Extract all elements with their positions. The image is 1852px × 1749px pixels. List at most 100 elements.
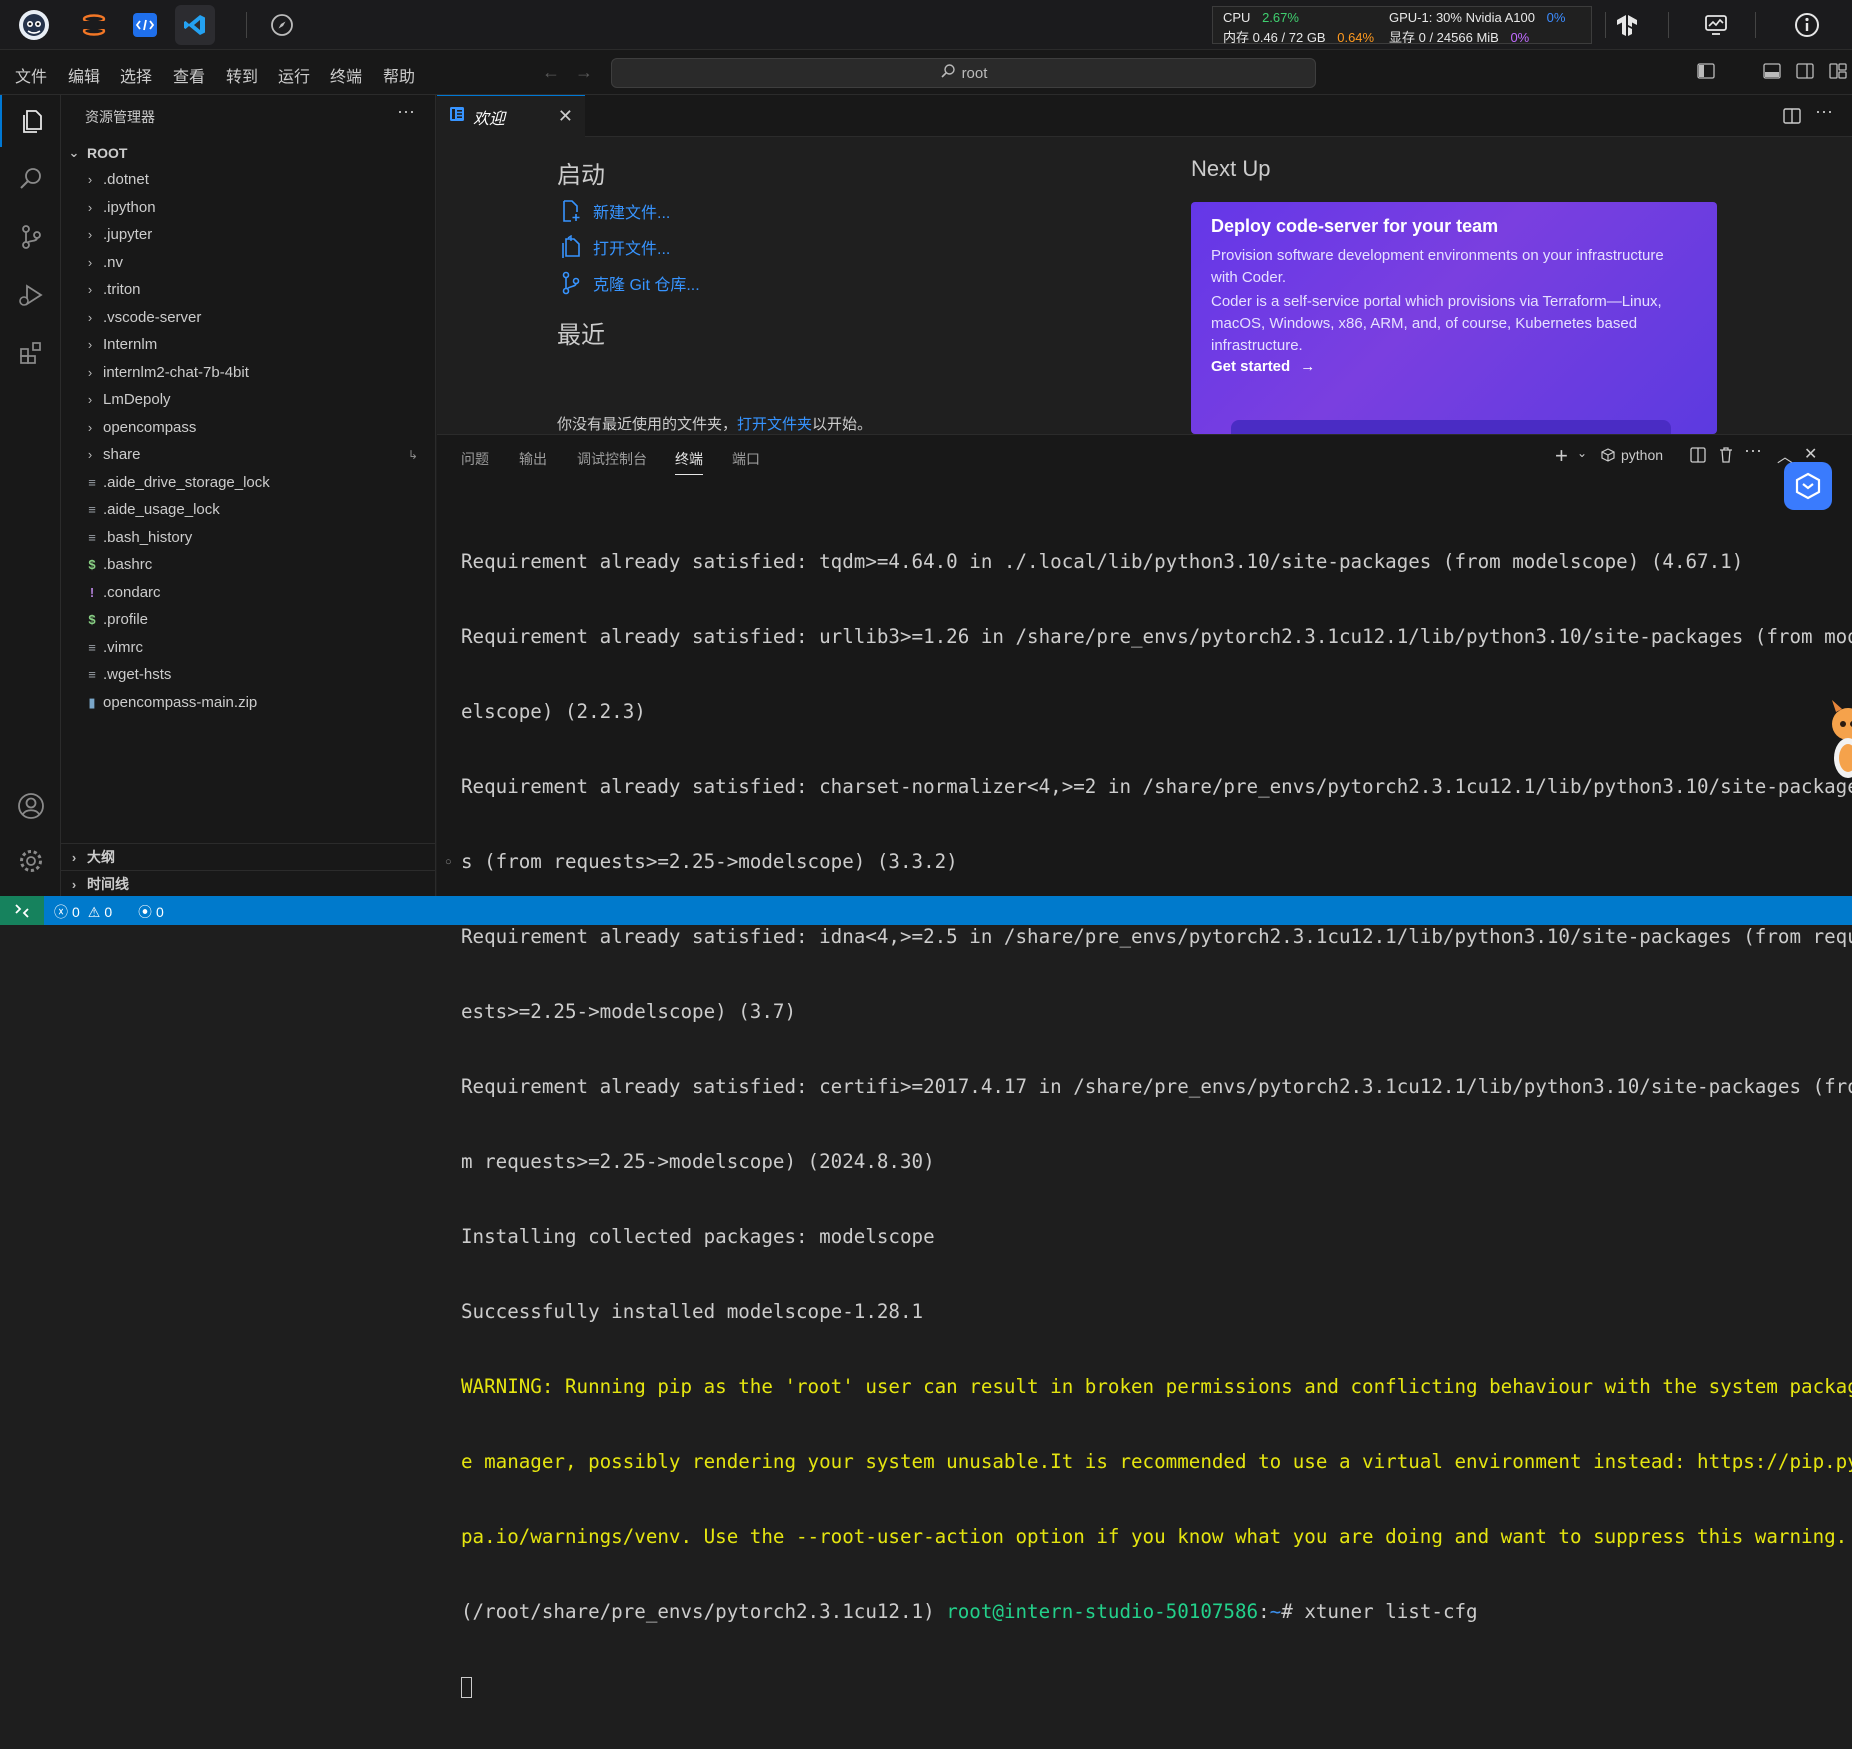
mascot-logo-icon[interactable] bbox=[14, 5, 54, 45]
menu-help[interactable]: 帮助 bbox=[383, 63, 415, 87]
assistant-float-button[interactable] bbox=[1784, 462, 1832, 510]
split-editor-icon[interactable] bbox=[1783, 108, 1801, 129]
root-folder-header[interactable]: ⌄ ROOT bbox=[61, 139, 435, 166]
gpu-label: GPU-1: 30% Nvidia A100 bbox=[1389, 10, 1535, 25]
toggle-primary-sidebar-icon[interactable] bbox=[1697, 63, 1715, 84]
tree-file[interactable]: $ .profile bbox=[61, 606, 435, 633]
vscode-icon[interactable] bbox=[175, 5, 215, 45]
folder-name: share bbox=[103, 446, 141, 463]
tab-debug-console[interactable]: 调试控制台 bbox=[577, 449, 647, 469]
tensorflow-icon[interactable] bbox=[1607, 5, 1647, 45]
menu-view[interactable]: 查看 bbox=[173, 63, 205, 87]
tree-folder[interactable]: › share ↳ bbox=[61, 441, 435, 468]
tree-folder[interactable]: › .vscode-server bbox=[61, 304, 435, 331]
close-panel-icon[interactable]: ✕ bbox=[1804, 444, 1817, 464]
menu-go[interactable]: 转到 bbox=[226, 63, 258, 87]
explorer-icon[interactable] bbox=[0, 95, 61, 147]
ports-count: 0 bbox=[156, 904, 164, 920]
yaml-file-icon: ! bbox=[89, 585, 95, 600]
new-terminal-icon[interactable]: + bbox=[1555, 443, 1568, 469]
tree-folder[interactable]: › internlm2-chat-7b-4bit bbox=[61, 359, 435, 386]
file-name: .aide_usage_lock bbox=[103, 501, 220, 518]
tree-folder[interactable]: › Internlm bbox=[61, 331, 435, 358]
tab-welcome[interactable]: 欢迎 ✕ bbox=[437, 95, 585, 137]
card-title: Deploy code-server for your team bbox=[1211, 216, 1499, 236]
menu-run[interactable]: 运行 bbox=[278, 63, 310, 87]
folder-name: .dotnet bbox=[103, 171, 149, 188]
tab-output[interactable]: 输出 bbox=[519, 449, 547, 469]
tree-file[interactable]: ≡ .wget-hsts bbox=[61, 661, 435, 688]
editor-more-actions-icon[interactable]: ··· bbox=[1815, 101, 1833, 122]
folder-name: internlm2-chat-7b-4bit bbox=[103, 364, 249, 381]
clone-git-link[interactable]: 克隆 Git 仓库... bbox=[559, 271, 700, 295]
search-icon[interactable] bbox=[0, 153, 61, 205]
open-file-link[interactable]: 打开文件... bbox=[559, 235, 670, 259]
assistant-icon bbox=[1795, 472, 1821, 500]
new-file-link[interactable]: 新建文件... bbox=[559, 199, 670, 223]
timeline-section[interactable]: › 时间线 bbox=[61, 870, 435, 897]
tab-ports[interactable]: 端口 bbox=[732, 449, 760, 469]
chevron-down-icon[interactable]: ⌄ bbox=[1577, 446, 1587, 460]
problems-status[interactable]: ⓧ 0 ⚠ 0 bbox=[54, 902, 112, 922]
terminal-shell-selector[interactable]: python bbox=[1601, 447, 1663, 463]
customize-layout-icon[interactable] bbox=[1829, 63, 1847, 84]
ports-status[interactable]: ⦿ 0 bbox=[138, 902, 164, 922]
tab-problems[interactable]: 问题 bbox=[461, 449, 489, 469]
compass-icon[interactable] bbox=[262, 5, 302, 45]
tree-folder[interactable]: › .dotnet bbox=[61, 166, 435, 193]
extensions-icon[interactable] bbox=[0, 327, 61, 379]
terminal-warning-line: pa.io/warnings/venv. Use the --root-user… bbox=[461, 1525, 1848, 1548]
text-file-icon: ≡ bbox=[88, 502, 96, 517]
command-center-search[interactable]: root bbox=[611, 58, 1316, 88]
close-tab-icon[interactable]: ✕ bbox=[558, 106, 573, 127]
tree-folder[interactable]: › LmDepoly bbox=[61, 386, 435, 413]
tree-file[interactable]: ≡ .aide_usage_lock bbox=[61, 496, 435, 523]
account-icon[interactable] bbox=[0, 780, 61, 832]
toggle-panel-icon[interactable] bbox=[1763, 63, 1781, 84]
tree-folder[interactable]: › .jupyter bbox=[61, 221, 435, 248]
run-debug-icon[interactable] bbox=[0, 269, 61, 321]
text-file-icon: ≡ bbox=[88, 530, 96, 545]
tree-file[interactable]: ≡ .aide_drive_storage_lock bbox=[61, 469, 435, 496]
tree-folder[interactable]: › .ipython bbox=[61, 194, 435, 221]
settings-gear-icon[interactable] bbox=[0, 835, 61, 887]
tree-folder[interactable]: › .nv bbox=[61, 249, 435, 276]
tree-file[interactable]: ≡ .bash_history bbox=[61, 524, 435, 551]
menu-terminal[interactable]: 终端 bbox=[330, 63, 362, 87]
deploy-code-server-card[interactable]: Deploy code-server for your team Provisi… bbox=[1191, 202, 1717, 434]
monitor-icon[interactable] bbox=[1696, 5, 1736, 45]
info-icon[interactable] bbox=[1787, 5, 1827, 45]
mascot-widget[interactable] bbox=[1822, 700, 1852, 784]
error-count: 0 bbox=[72, 904, 80, 920]
tree-file[interactable]: ! .condarc bbox=[61, 579, 435, 606]
toggle-secondary-sidebar-icon[interactable] bbox=[1796, 63, 1814, 84]
get-started-link[interactable]: Get started → bbox=[1211, 358, 1315, 375]
tree-file[interactable]: $ .bashrc bbox=[61, 551, 435, 578]
prompt-user: root@intern-studio-50107586 bbox=[946, 1600, 1259, 1623]
terminal-cursor-line bbox=[461, 1674, 1841, 1699]
jupyter-icon[interactable] bbox=[74, 5, 114, 45]
menu-edit[interactable]: 编辑 bbox=[68, 63, 100, 87]
get-started-label: Get started bbox=[1211, 358, 1291, 375]
more-actions-icon[interactable]: ··· bbox=[397, 101, 415, 122]
menu-file[interactable]: 文件 bbox=[15, 63, 47, 87]
nav-forward-icon[interactable]: → bbox=[575, 62, 593, 83]
tree-folder[interactable]: › opencompass bbox=[61, 414, 435, 441]
trash-icon[interactable] bbox=[1718, 446, 1734, 468]
vscode-remote-icon[interactable] bbox=[125, 5, 165, 45]
split-terminal-icon[interactable] bbox=[1690, 447, 1706, 468]
tree-folder[interactable]: › .triton bbox=[61, 276, 435, 303]
tab-terminal[interactable]: 终端 bbox=[675, 449, 703, 475]
shell-file-icon: $ bbox=[88, 557, 96, 572]
terminal-output[interactable]: Requirement already satisfied: tqdm>=4.6… bbox=[461, 499, 1852, 1749]
tree-file[interactable]: ≡ .vimrc bbox=[61, 634, 435, 661]
cpu-value: 2.67% bbox=[1262, 10, 1299, 25]
panel-more-actions-icon[interactable]: ··· bbox=[1744, 440, 1762, 461]
open-folder-link[interactable]: 打开文件夹 bbox=[737, 416, 812, 433]
outline-section[interactable]: › 大纲 bbox=[61, 843, 435, 870]
remote-indicator[interactable] bbox=[0, 896, 44, 925]
menu-selection[interactable]: 选择 bbox=[120, 63, 152, 87]
source-control-icon[interactable] bbox=[0, 211, 61, 263]
tree-file[interactable]: ▮ opencompass-main.zip bbox=[61, 689, 435, 716]
nav-back-icon[interactable]: ← bbox=[542, 62, 560, 83]
